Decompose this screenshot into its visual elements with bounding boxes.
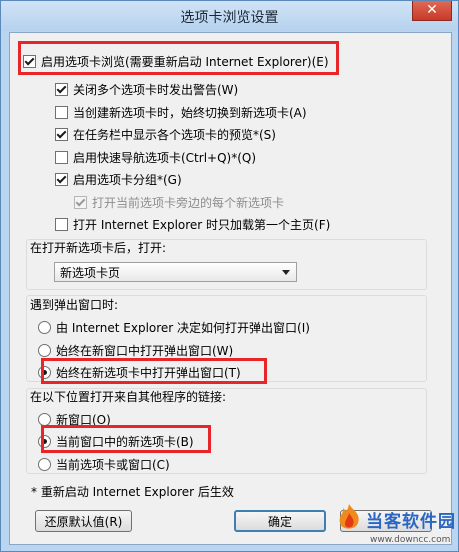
switch-to-new-tab-checkbox[interactable]: 当创建新选项卡时，始终切换到新选项卡(A) <box>55 104 307 121</box>
link-new-window-radio[interactable]: 新窗口(O) <box>38 411 111 428</box>
popup-ie-decides-radio[interactable]: 由 Internet Explorer 决定如何打开弹出窗口(I) <box>38 319 310 336</box>
radio-circle[interactable] <box>38 413 51 426</box>
radio-circle[interactable] <box>38 366 51 379</box>
checkbox-box[interactable] <box>55 128 68 141</box>
dialog-window: 选项卡浏览设置 ✕ 启用选项卡浏览(需要重新启动 Internet Explor… <box>0 0 459 552</box>
link-new-tab-current-window-radio[interactable]: 当前窗口中的新选项卡(B) <box>38 433 194 450</box>
checkbox-label: 当创建新选项卡时，始终切换到新选项卡(A) <box>73 106 307 120</box>
title-bar: 选项卡浏览设置 ✕ <box>1 1 458 31</box>
radio-label: 当前选项卡或窗口(C) <box>56 458 170 472</box>
enable-tabbed-browsing-checkbox[interactable]: 启用选项卡浏览(需要重新启动 Internet Explorer)(E) <box>23 53 329 70</box>
warn-on-close-checkbox[interactable]: 关闭多个选项卡时发出警告(W) <box>55 81 238 98</box>
radio-label: 新窗口(O) <box>56 413 111 427</box>
watermark-url: www.downcc.com <box>370 535 451 545</box>
select-value: 新选项卡页 <box>60 265 121 280</box>
checkbox-label: 关闭多个选项卡时发出警告(W) <box>73 83 239 97</box>
taskbar-previews-checkbox[interactable]: 在任务栏中显示各个选项卡的预览*(S) <box>55 126 276 143</box>
new-tab-page-select[interactable]: 新选项卡页 <box>54 262 297 282</box>
checkbox-label: 打开 Internet Explorer 时只加载第一个主页(F) <box>73 218 331 232</box>
radio-label: 当前窗口中的新选项卡(B) <box>56 435 194 449</box>
ok-button[interactable]: 确定 <box>234 510 326 532</box>
radio-label: 由 Internet Explorer 决定如何打开弹出窗口(I) <box>56 321 310 335</box>
popup-new-window-radio[interactable]: 始终在新窗口中打开弹出窗口(W) <box>38 342 233 359</box>
dialog-body: 启用选项卡浏览(需要重新启动 Internet Explorer)(E) 关闭多… <box>9 32 452 545</box>
restore-defaults-button[interactable]: 还原默认值(R) <box>35 510 132 532</box>
checkbox-label: 在任务栏中显示各个选项卡的预览*(S) <box>73 128 276 142</box>
restart-footnote: * 重新启动 Internet Explorer 后生效 <box>31 485 234 499</box>
radio-label: 始终在新选项卡中打开弹出窗口(T) <box>56 366 241 380</box>
radio-circle[interactable] <box>38 435 51 448</box>
popups-group-label: 遇到弹出窗口时: <box>30 298 119 312</box>
checkbox-box[interactable] <box>55 173 68 186</box>
checkbox-box[interactable] <box>55 151 68 164</box>
checkbox-label: 启用快速导航选项卡(Ctrl+Q)*(Q) <box>73 151 257 165</box>
radio-circle[interactable] <box>38 321 51 334</box>
checkbox-label: 打开当前选项卡旁边的每个新选项卡 <box>92 196 285 210</box>
quick-tabs-checkbox[interactable]: 启用快速导航选项卡(Ctrl+Q)*(Q) <box>55 149 256 166</box>
flame-logo-icon <box>339 504 359 529</box>
open-next-to-current-checkbox: 打开当前选项卡旁边的每个新选项卡 <box>74 194 284 211</box>
tab-groups-checkbox[interactable]: 启用选项卡分组*(G) <box>55 171 182 188</box>
radio-circle[interactable] <box>38 344 51 357</box>
radio-circle[interactable] <box>38 458 51 471</box>
checkbox-box[interactable] <box>55 218 68 231</box>
close-button[interactable]: ✕ <box>412 1 452 21</box>
load-first-home-page-checkbox[interactable]: 打开 Internet Explorer 时只加载第一个主页(F) <box>55 216 330 233</box>
watermark: 当客软件园 www.downcc.com <box>330 501 458 551</box>
chevron-down-icon <box>282 270 290 275</box>
link-current-tab-radio[interactable]: 当前选项卡或窗口(C) <box>38 456 170 473</box>
button-label: 确定 <box>267 514 292 529</box>
checkbox-box <box>74 196 87 209</box>
checkbox-box[interactable] <box>55 83 68 96</box>
checkbox-box[interactable] <box>23 55 36 68</box>
checkbox-label: 启用选项卡浏览(需要重新启动 Internet Explorer)(E) <box>41 55 329 69</box>
watermark-title: 当客软件园 <box>366 512 456 532</box>
button-label: 还原默认值(R) <box>44 514 123 529</box>
close-icon: ✕ <box>426 2 438 18</box>
checkbox-box[interactable] <box>55 106 68 119</box>
radio-label: 始终在新窗口中打开弹出窗口(W) <box>56 344 234 358</box>
dialog-title: 选项卡浏览设置 <box>180 10 279 26</box>
popup-new-tab-radio[interactable]: 始终在新选项卡中打开弹出窗口(T) <box>38 364 241 381</box>
new-tab-group-label: 在打开新选项卡后，打开: <box>30 241 167 255</box>
checkbox-label: 启用选项卡分组*(G) <box>73 173 182 187</box>
links-group-label: 在以下位置打开来自其他程序的链接: <box>30 390 227 404</box>
